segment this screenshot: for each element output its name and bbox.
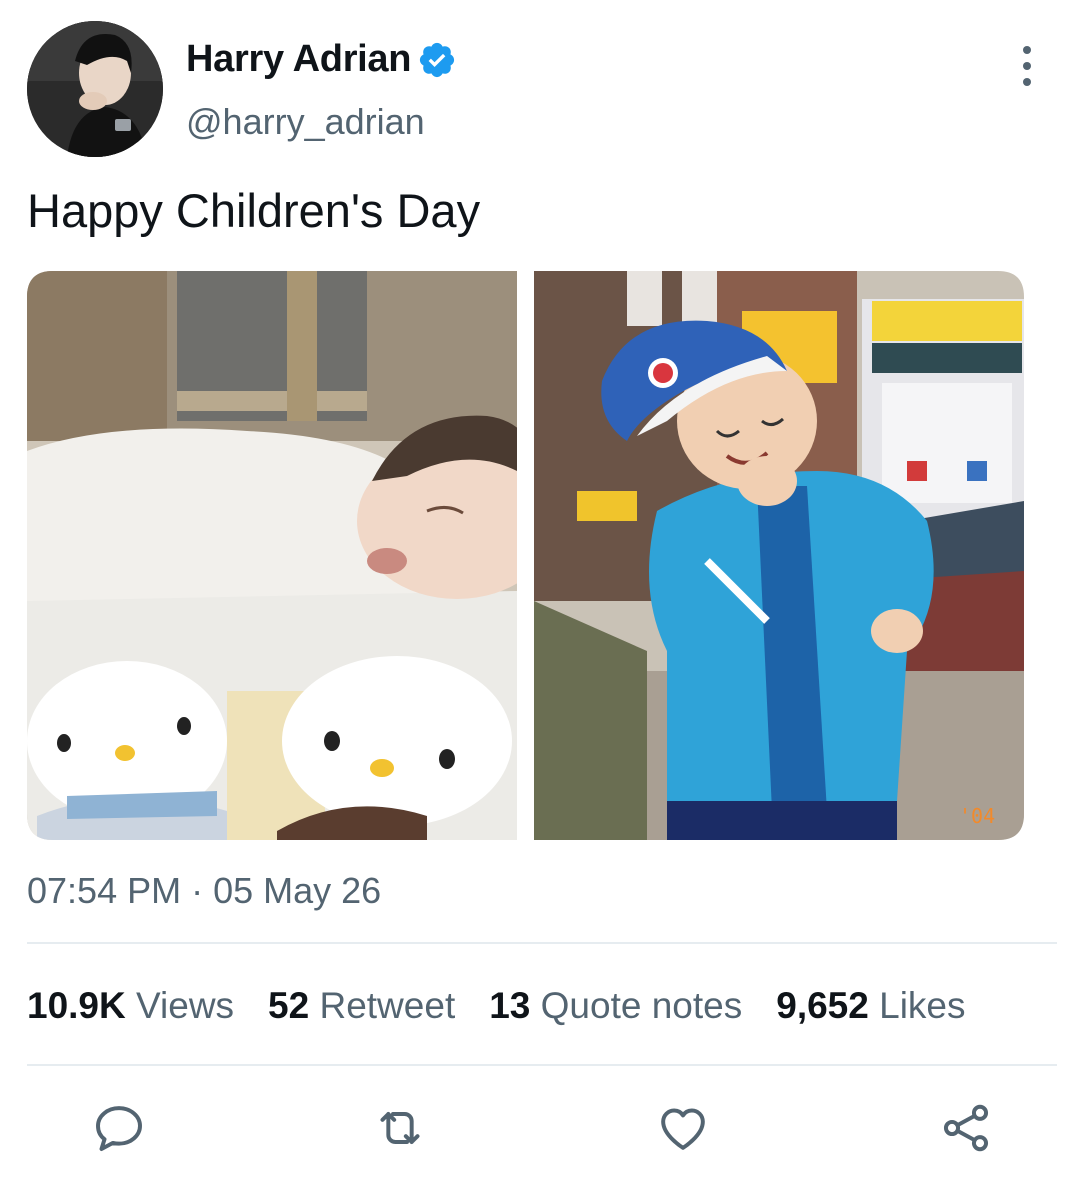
- retweets-label: Retweet: [319, 985, 456, 1026]
- retweet-button[interactable]: [372, 1100, 428, 1156]
- avatar-image: [27, 21, 163, 157]
- share-button[interactable]: [938, 1100, 994, 1156]
- engagement-stats: 10.9K Views 52 Retweet 13 Quote notes 9,…: [27, 985, 966, 1027]
- retweets-stat[interactable]: 52 Retweet: [268, 985, 455, 1027]
- photo-date-stamp: '04: [959, 804, 995, 828]
- likes-stat[interactable]: 9,652 Likes: [776, 985, 965, 1027]
- likes-count: 9,652: [776, 985, 869, 1026]
- retweet-icon: [380, 1112, 420, 1144]
- tweet-text: Happy Children's Day: [27, 184, 481, 237]
- like-icon: [661, 1108, 705, 1150]
- quotes-stat[interactable]: 13 Quote notes: [489, 985, 742, 1027]
- views-stat[interactable]: 10.9K Views: [27, 985, 234, 1027]
- views-count: 10.9K: [27, 985, 126, 1026]
- divider-top: [27, 942, 1057, 944]
- views-label: Views: [136, 985, 235, 1026]
- likes-label: Likes: [879, 985, 966, 1026]
- reply-button[interactable]: [91, 1100, 147, 1156]
- tweet-timestamp[interactable]: 07:54 PM · 05 May 26: [27, 870, 381, 912]
- display-name[interactable]: Harry Adrian: [186, 38, 411, 81]
- quotes-label: Quote notes: [540, 985, 743, 1026]
- user-handle[interactable]: @harry_adrian: [186, 101, 425, 143]
- media-grid[interactable]: '04: [27, 271, 1024, 840]
- more-options-icon[interactable]: [1014, 46, 1040, 86]
- quotes-count: 13: [489, 985, 531, 1026]
- retweets-count: 52: [268, 985, 310, 1026]
- like-button[interactable]: [655, 1100, 711, 1156]
- share-icon: [943, 1104, 989, 1152]
- reply-icon: [96, 1106, 142, 1151]
- photo-sleeping-baby[interactable]: [27, 271, 557, 840]
- divider-bottom: [27, 1064, 1057, 1066]
- tweet-card: Harry Adrian @harry_adrian Happy Childre…: [0, 0, 1084, 1200]
- verified-badge-icon: [420, 42, 455, 77]
- avatar[interactable]: [27, 21, 163, 157]
- user-name-row[interactable]: Harry Adrian: [186, 38, 457, 81]
- photo-child-street[interactable]: '04: [534, 271, 1024, 840]
